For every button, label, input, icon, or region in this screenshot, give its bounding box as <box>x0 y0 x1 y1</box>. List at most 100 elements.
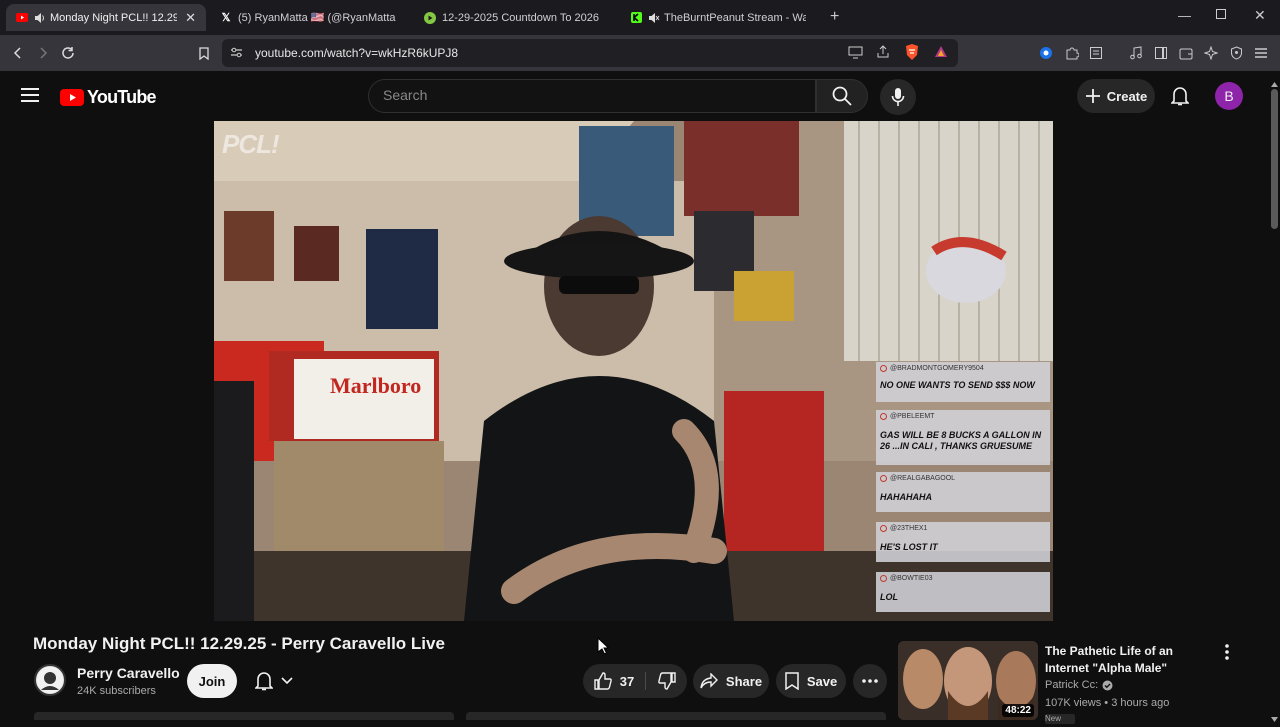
browser-tab-strip: Monday Night PCL!! 12.29.25 ✕ 𝕏 (5) Ryan… <box>0 0 1280 35</box>
close-tab-icon[interactable]: ✕ <box>185 10 196 26</box>
vpn-shield-icon[interactable] <box>1226 43 1246 63</box>
browser-menu-icon[interactable] <box>1251 43 1271 63</box>
chat-user-icon <box>880 475 887 482</box>
brave-rewards-icon[interactable] <box>934 45 948 63</box>
share-icon <box>700 673 718 689</box>
recommended-channel-name: Patrick Cc: <box>1045 679 1099 691</box>
share-button[interactable]: Share <box>693 664 769 698</box>
voice-search-button[interactable] <box>880 79 916 115</box>
chat-user-icon <box>880 413 887 420</box>
subscription-bell-button[interactable] <box>248 664 300 698</box>
join-button[interactable]: Join <box>187 664 237 698</box>
youtube-logo-text: YouTube <box>87 87 157 107</box>
wallet-icon[interactable] <box>1176 43 1196 63</box>
chat-text: HE'S LOST IT <box>880 542 938 552</box>
guide-menu-icon[interactable] <box>20 87 40 108</box>
like-button[interactable]: 37 <box>583 664 645 698</box>
reader-mode-icon[interactable] <box>1086 43 1106 63</box>
subscriber-count: 24K subscribers <box>77 685 156 697</box>
tab-title: 12-29-2025 Countdown To 2026 <box>442 11 599 24</box>
notifications-bell-icon[interactable] <box>1170 86 1190 111</box>
save-button[interactable]: Save <box>776 664 846 698</box>
like-count: 37 <box>619 673 635 689</box>
youtube-logo-icon <box>60 89 84 106</box>
tab-title: Monday Night PCL!! 12.29.25 <box>50 11 178 24</box>
browser-tab-youtube[interactable]: Monday Night PCL!! 12.29.25 ✕ <box>6 4 206 31</box>
more-actions-button[interactable] <box>853 664 887 698</box>
channel-logo-icon <box>37 667 63 693</box>
speaker-icon[interactable] <box>34 12 46 24</box>
browser-tab-rumble[interactable]: 12-29-2025 Countdown To 2026 <box>414 4 614 31</box>
save-bookmark-icon <box>785 672 799 690</box>
extension-blue-icon[interactable] <box>1036 43 1056 63</box>
address-bar[interactable]: youtube.com/watch?v=wkHzR6kUPJ8 <box>222 39 958 67</box>
brave-shields-icon[interactable] <box>904 43 920 66</box>
more-horizontal-icon <box>862 679 878 683</box>
share-page-icon[interactable] <box>876 45 890 64</box>
chat-text: NO ONE WANTS TO SEND $$$ NOW <box>880 380 1035 390</box>
create-button[interactable]: Create <box>1077 79 1155 113</box>
maximize-window-icon[interactable] <box>1216 9 1226 19</box>
youtube-logo[interactable]: YouTube <box>60 87 157 108</box>
site-settings-icon[interactable] <box>230 46 243 64</box>
verified-check-icon <box>1102 680 1113 690</box>
cast-icon[interactable] <box>848 45 863 64</box>
scroll-down-arrow-icon[interactable] <box>1271 709 1278 727</box>
comment-box[interactable] <box>466 712 886 720</box>
search-button[interactable] <box>816 79 868 113</box>
tab-title: (5) RyanMatta 🇺🇸 (@RyanMattaM <box>238 12 396 24</box>
chat-username: @23THEX1 <box>890 525 928 532</box>
close-window-icon[interactable]: ✕ <box>1254 7 1266 24</box>
share-label: Share <box>725 673 763 689</box>
chat-user-icon <box>880 525 887 532</box>
chevron-down-icon <box>281 677 293 685</box>
search-input[interactable] <box>383 87 783 103</box>
chat-user-icon <box>880 365 887 372</box>
mouse-cursor-icon <box>597 636 610 660</box>
new-tab-button[interactable]: + <box>830 8 839 26</box>
kick-favicon-icon <box>630 12 642 24</box>
extensions-puzzle-icon[interactable] <box>1062 43 1082 63</box>
chat-message: @REALGABAGOOL HAHAHAHA <box>876 472 1050 512</box>
bookmark-icon[interactable] <box>194 43 214 63</box>
chat-text: GAS WILL BE 8 BUCKS A GALLON IN 26 ...IN… <box>880 430 1042 451</box>
chat-username: @BRADMONTGOMERY9504 <box>890 365 984 372</box>
dislike-button[interactable] <box>647 664 687 698</box>
channel-avatar[interactable] <box>34 664 66 696</box>
minimize-window-icon[interactable]: — <box>1178 8 1191 23</box>
thumbs-down-icon <box>658 672 676 690</box>
create-label: Create <box>1106 88 1148 104</box>
recommended-more-icon[interactable] <box>1221 643 1233 666</box>
description-box[interactable] <box>34 712 454 720</box>
chat-username: @BOWTIE03 <box>890 575 933 582</box>
channel-name[interactable]: Perry Caravello <box>77 665 180 681</box>
save-label: Save <box>806 673 838 689</box>
microphone-icon <box>891 88 905 106</box>
browser-toolbar: youtube.com/watch?v=wkHzR6kUPJ8 <box>0 35 1280 71</box>
bell-icon <box>255 672 273 691</box>
chat-text: HAHAHAHA <box>880 492 932 502</box>
sidebar-icon[interactable] <box>1151 43 1171 63</box>
thumbs-up-icon <box>594 672 612 690</box>
browser-tab-kick[interactable]: TheBurntPeanut Stream - Watch <box>620 4 816 31</box>
scrollbar-thumb[interactable] <box>1271 89 1278 229</box>
muted-speaker-icon[interactable] <box>648 12 660 24</box>
forward-icon[interactable] <box>33 43 53 63</box>
recommended-video-thumbnail[interactable]: 48:22 <box>898 641 1038 720</box>
account-avatar[interactable]: B <box>1215 82 1243 110</box>
chat-message: @BRADMONTGOMERY9504 NO ONE WANTS TO SEND… <box>876 362 1050 402</box>
chat-username: @REALGABAGOOL <box>890 475 956 482</box>
page-scrollbar[interactable] <box>1269 71 1280 722</box>
search-box[interactable] <box>368 79 816 113</box>
plus-icon <box>1085 89 1100 103</box>
leo-ai-icon[interactable] <box>1201 43 1221 63</box>
chat-message: @23THEX1 HE'S LOST IT <box>876 522 1050 562</box>
reload-icon[interactable] <box>58 43 78 63</box>
youtube-masthead: YouTube Create B <box>0 71 1280 121</box>
url-text: youtube.com/watch?v=wkHzR6kUPJ8 <box>255 46 459 60</box>
browser-tab-x[interactable]: 𝕏 (5) RyanMatta 🇺🇸 (@RyanMattaM <box>210 4 406 31</box>
recommended-channel[interactable]: Patrick Cc: <box>1045 679 1113 691</box>
back-icon[interactable] <box>8 43 28 63</box>
recommended-video-title[interactable]: The Pathetic Life of an Internet "Alpha … <box>1045 643 1215 677</box>
media-playlist-icon[interactable] <box>1126 43 1146 63</box>
